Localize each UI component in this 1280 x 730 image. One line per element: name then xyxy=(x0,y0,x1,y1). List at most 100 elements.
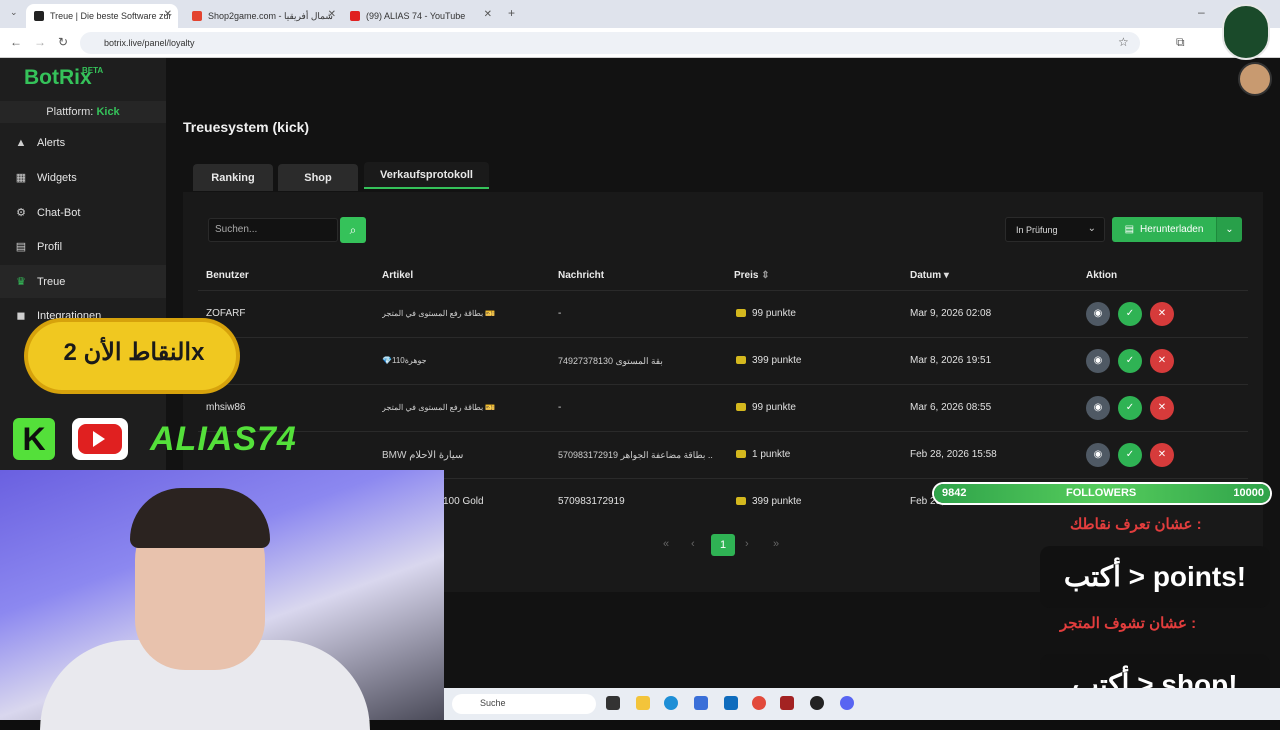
sidebar-item-alerts[interactable]: ▲ Alerts xyxy=(0,126,166,159)
search-input[interactable]: Suchen... xyxy=(208,218,338,242)
close-icon: ✕ xyxy=(1157,355,1167,366)
cell-date: Mar 9, 2026 02:08 xyxy=(910,308,992,319)
prev-page-icon[interactable]: ‹ xyxy=(691,538,695,550)
close-tab-icon[interactable]: ✕ xyxy=(328,9,336,20)
column-header-item: Artikel xyxy=(382,270,414,281)
search-icon: ⌕ xyxy=(349,223,357,237)
reload-icon[interactable]: ↻ xyxy=(58,35,68,49)
cell-item: بطاقة رفع المستوى في المتجر 🎫 xyxy=(382,309,496,318)
view-button[interactable]: ◉ xyxy=(1086,396,1110,420)
sort-icon: ⇕ xyxy=(761,270,770,281)
price-text: 399 punkte xyxy=(752,496,802,507)
cell-date: Mar 6, 2026 08:55 xyxy=(910,402,992,413)
sidebar-item-chat-bot[interactable]: ⚙ Chat-Bot xyxy=(0,196,166,229)
obs-icon[interactable] xyxy=(810,696,824,710)
last-page-icon[interactable]: » xyxy=(773,538,779,550)
minimize-icon[interactable]: – xyxy=(1198,5,1205,19)
botrix-favicon-icon xyxy=(34,11,44,21)
cell-item: 100 Gold xyxy=(443,496,484,507)
status-filter-value: In Prüfung xyxy=(1016,225,1058,235)
tab-shop2game[interactable]: Shop2game.com - شمال أفريقيا ✕ xyxy=(184,4,342,28)
back-icon[interactable]: ← xyxy=(10,35,22,49)
tab-ranking[interactable]: Ranking xyxy=(193,164,273,191)
cell-message: - xyxy=(558,308,562,319)
view-button[interactable]: ◉ xyxy=(1086,443,1110,467)
store-icon[interactable] xyxy=(694,696,708,710)
points-command-box: أكتب > points! xyxy=(1040,546,1270,608)
approve-button[interactable]: ✓ xyxy=(1118,349,1142,373)
chevron-down-icon: ⌄ xyxy=(1225,224,1234,235)
coins-icon xyxy=(736,356,746,364)
outlook-icon[interactable] xyxy=(724,696,738,710)
taskbar-search-input[interactable]: Suche xyxy=(452,694,596,714)
url-text: botrix.live/panel/loyalty xyxy=(104,38,195,48)
cell-message: 570983172919 xyxy=(558,496,625,507)
sidebar-item-label: Treue xyxy=(37,275,66,288)
cell-price: 99 punkte xyxy=(736,308,796,319)
tab-shop[interactable]: Shop xyxy=(278,164,358,191)
first-page-icon[interactable]: « xyxy=(663,538,669,550)
next-page-icon[interactable]: › xyxy=(745,538,749,550)
sidebar-item-treue[interactable]: ♛ Treue xyxy=(0,265,166,298)
status-filter-select[interactable]: In Prüfung ⌄ xyxy=(1005,217,1105,242)
taskbar-search-text: Suche xyxy=(480,698,506,708)
tab-list-icon[interactable]: ⌄ xyxy=(10,7,18,18)
warning-icon: ▲ xyxy=(15,136,27,149)
tab-verkaufsprotokoll[interactable]: Verkaufsprotokoll xyxy=(364,162,489,189)
search-button[interactable]: ⌕ xyxy=(340,217,366,243)
extensions-icon[interactable]: ⧉ xyxy=(1176,35,1185,50)
platform-value: Kick xyxy=(96,106,120,118)
sidebar-item-widgets[interactable]: ▦ Widgets xyxy=(0,161,166,194)
cell-price: 99 punkte xyxy=(736,402,796,413)
edge-icon[interactable] xyxy=(664,696,678,710)
file-explorer-icon[interactable] xyxy=(636,696,650,710)
reject-button[interactable]: ✕ xyxy=(1150,302,1174,326)
forward-icon[interactable]: → xyxy=(34,35,46,49)
beta-badge: BETA xyxy=(82,66,104,75)
tab-title: Shop2game.com - شمال أفريقيا xyxy=(208,10,333,21)
cell-price: 399 punkte xyxy=(736,355,802,366)
game-launcher-icon[interactable] xyxy=(780,696,794,710)
url-field[interactable]: botrix.live/panel/loyalty xyxy=(80,32,1140,54)
reject-button[interactable]: ✕ xyxy=(1150,443,1174,467)
sidebar-item-profil[interactable]: ▤ Profil xyxy=(0,230,166,263)
price-text: 1 punkte xyxy=(752,449,791,460)
windows-taskbar: Suche xyxy=(444,688,1280,720)
avatar[interactable] xyxy=(1238,62,1272,96)
page-number-current[interactable]: 1 xyxy=(711,534,735,556)
cell-item: 💎110جوهرة xyxy=(382,356,427,365)
approve-button[interactable]: ✓ xyxy=(1118,443,1142,467)
coins-icon xyxy=(736,309,746,317)
webcam-feed xyxy=(0,470,444,730)
task-view-icon[interactable] xyxy=(606,696,620,710)
close-icon: ✕ xyxy=(1157,308,1167,319)
tab-title: Treue | Die beste Software zur xyxy=(50,11,172,21)
cell-item: بطاقة رفع المستوى في المتجر 🎫 xyxy=(382,403,496,412)
view-button[interactable]: ◉ xyxy=(1086,349,1110,373)
date-header-label: Datum xyxy=(910,270,942,281)
column-header-price[interactable]: Preis ⇕ xyxy=(734,270,770,281)
download-options-button[interactable]: ⌄ xyxy=(1216,217,1242,242)
table-row: mhsiw86 بطاقة رفع المستوى في المتجر 🎫 - … xyxy=(198,384,1248,430)
view-button[interactable]: ◉ xyxy=(1086,302,1110,326)
new-tab-icon[interactable]: + xyxy=(508,6,515,20)
points-multiplier-text: النقاط الأن 2x xyxy=(63,339,205,366)
price-text: 99 punkte xyxy=(752,402,796,413)
approve-button[interactable]: ✓ xyxy=(1118,302,1142,326)
column-header-date[interactable]: Datum ▾ xyxy=(910,270,949,281)
address-bar: ← → ↻ botrix.live/panel/loyalty ☆ ⧉ xyxy=(0,28,1280,58)
check-icon: ✓ xyxy=(1125,355,1135,366)
bookmark-star-icon[interactable]: ☆ xyxy=(1118,35,1129,49)
approve-button[interactable]: ✓ xyxy=(1118,396,1142,420)
tab-youtube[interactable]: (99) ALIAS 74 - YouTube ✕ xyxy=(342,4,498,28)
sidebar-item-label: Integrationen xyxy=(37,309,102,322)
discord-icon[interactable] xyxy=(840,696,854,710)
tab-botrix[interactable]: Treue | Die beste Software zur ✕ xyxy=(26,4,178,28)
close-tab-icon[interactable]: ✕ xyxy=(164,9,172,20)
reject-button[interactable]: ✕ xyxy=(1150,396,1174,420)
column-header-message: Nachricht xyxy=(558,270,605,281)
download-button[interactable]: ▤ Herunterladen xyxy=(1112,217,1216,242)
reject-button[interactable]: ✕ xyxy=(1150,349,1174,373)
close-tab-icon[interactable]: ✕ xyxy=(484,9,492,20)
chrome-icon[interactable] xyxy=(752,696,766,710)
